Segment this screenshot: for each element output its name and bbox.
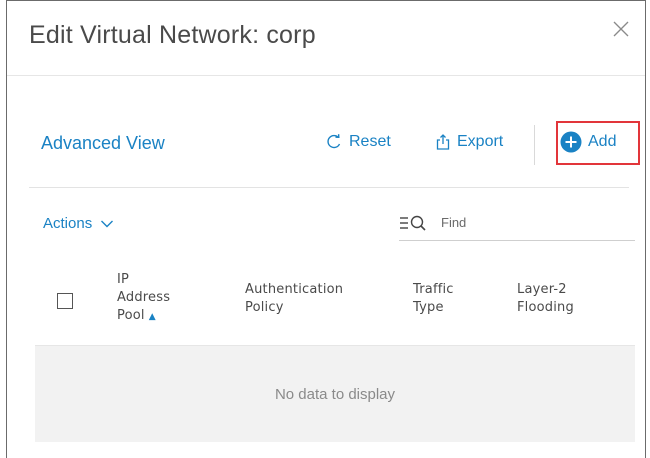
column-traffic-type[interactable]: Traffic Type (413, 281, 483, 317)
edit-virtual-network-dialog: Edit Virtual Network: corp Advanced View… (6, 0, 646, 458)
plus-circle-icon (560, 131, 582, 153)
advanced-view-link[interactable]: Advanced View (41, 133, 165, 154)
reset-button[interactable]: Reset (325, 133, 391, 151)
column-label-line: Flooding (517, 300, 574, 315)
find-input[interactable] (439, 214, 633, 231)
export-button[interactable]: Export (435, 133, 503, 151)
column-label-line: Layer-2 (517, 282, 567, 297)
actions-label: Actions (43, 215, 93, 232)
select-all-checkbox[interactable] (57, 293, 73, 309)
table-body-empty: No data to display (35, 346, 635, 442)
close-icon[interactable] (611, 19, 631, 39)
column-ip-address-pool[interactable]: IP Address Pool ▲ (117, 271, 197, 326)
column-label-line: Pool (117, 308, 145, 323)
toolbar-divider (534, 125, 535, 165)
column-label-line: Authentication (245, 282, 344, 297)
export-icon (436, 134, 450, 150)
add-button[interactable]: Add (560, 131, 616, 153)
column-label-line: Policy (245, 300, 284, 315)
find-field[interactable] (399, 205, 635, 241)
search-filter-icon (400, 215, 426, 231)
toolbar: Advanced View Reset Export Add (29, 111, 640, 188)
column-authentication-policy[interactable]: Authentication Policy (245, 281, 375, 317)
dialog-title: Edit Virtual Network: corp (29, 21, 316, 49)
table-header: IP Address Pool ▲ Authentication Policy T… (35, 263, 635, 346)
chevron-down-icon (101, 220, 114, 227)
dialog-header: Edit Virtual Network: corp (7, 1, 645, 76)
column-label-line: Address (117, 290, 171, 305)
add-label: Add (588, 133, 617, 150)
reset-label: Reset (349, 133, 391, 150)
column-layer-2-flooding[interactable]: Layer-2 Flooding (517, 281, 597, 317)
empty-message: No data to display (274, 385, 396, 403)
export-label: Export (457, 133, 504, 150)
column-label-line: Traffic (413, 282, 454, 297)
column-label-line: IP (117, 272, 130, 287)
column-label-line: Type (413, 300, 444, 315)
reset-icon (327, 134, 341, 149)
actions-dropdown[interactable]: Actions (43, 215, 114, 232)
sort-ascending-icon: ▲ (148, 312, 156, 322)
